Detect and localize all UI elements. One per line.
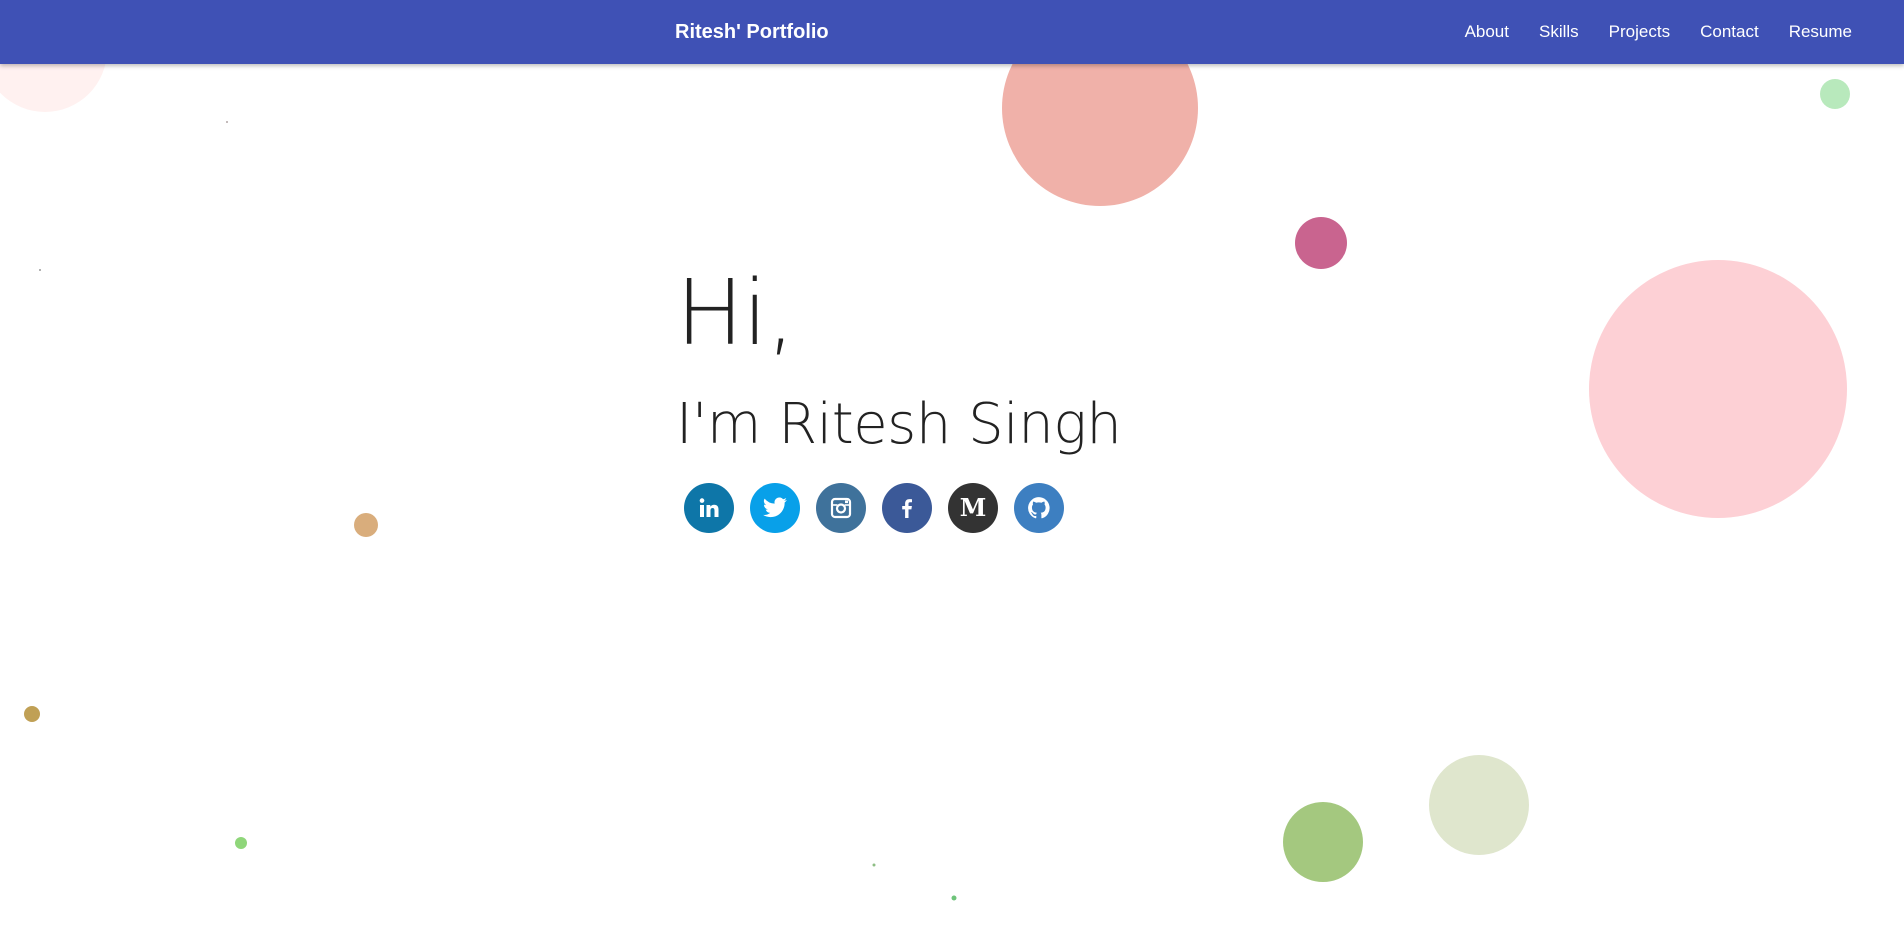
github-link[interactable] [1014,483,1064,533]
linkedin-icon [699,498,719,517]
nav-link-projects[interactable]: Projects [1609,22,1670,42]
linkedin-link[interactable] [684,483,734,533]
medium-link[interactable]: M [948,483,998,533]
github-icon [1028,497,1050,519]
bubble [39,269,41,271]
nav-link-skills[interactable]: Skills [1539,22,1579,42]
bubble [872,863,876,867]
portfolio-page: Ritesh' Portfolio About Skills Projects … [0,0,1904,938]
bubble [1295,217,1347,269]
nav-link-contact[interactable]: Contact [1700,22,1759,42]
hero-greeting: Hi, [676,261,795,366]
twitter-link[interactable] [750,483,800,533]
facebook-link[interactable] [882,483,932,533]
nav-link-about[interactable]: About [1465,22,1509,42]
bubble [1429,755,1529,855]
bubble [1820,79,1850,109]
hero-name: I'm Ritesh Singh [676,392,1122,457]
bubble [24,706,40,722]
twitter-icon [763,497,787,518]
hero-section: Hi, I'm Ritesh Singh M [676,261,1122,533]
navbar: Ritesh' Portfolio About Skills Projects … [0,0,1904,64]
nav-link-resume[interactable]: Resume [1789,22,1852,42]
instagram-icon [830,497,852,519]
bubble [226,121,228,123]
facebook-icon [902,499,912,518]
bubble [354,513,378,537]
social-links: M [684,483,1121,533]
medium-icon: M [959,493,987,522]
nav-links: About Skills Projects Contact Resume [1435,0,1852,64]
bubble [1283,802,1363,882]
instagram-link[interactable] [816,483,866,533]
bubble [1589,260,1847,518]
bubble [235,837,247,849]
bubble [951,895,957,901]
brand-logo[interactable]: Ritesh' Portfolio [675,0,829,64]
